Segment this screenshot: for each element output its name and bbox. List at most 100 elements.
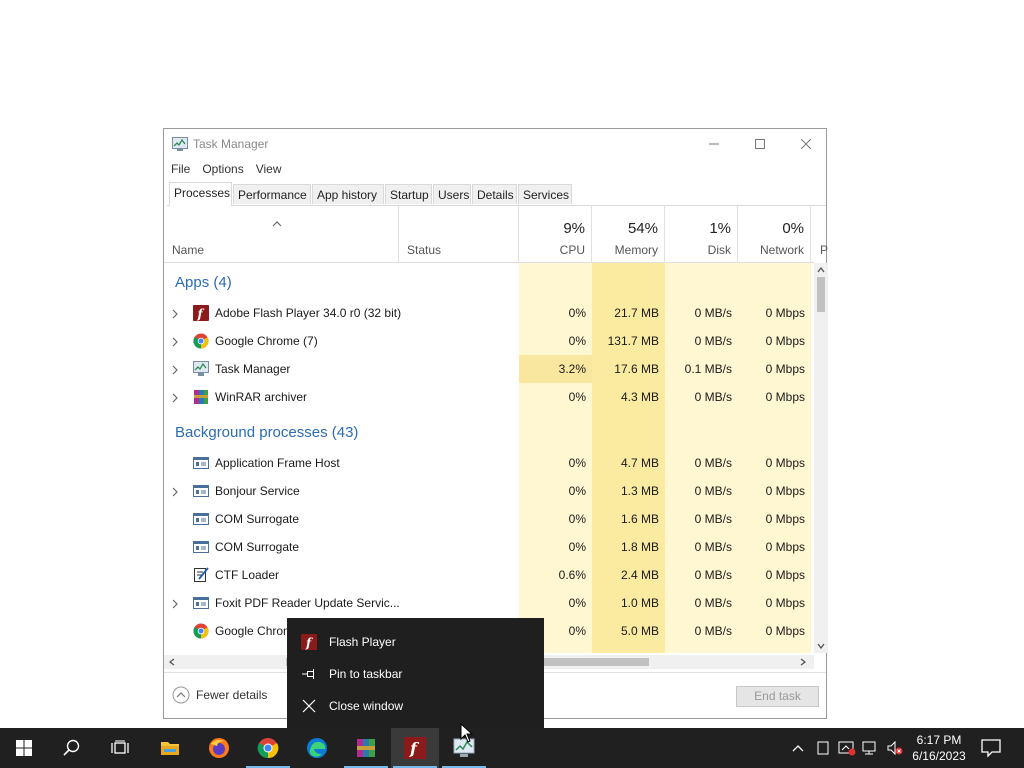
process-name: Adobe Flash Player 34.0 r0 (32 bit) xyxy=(215,306,402,320)
chevron-right-icon[interactable] xyxy=(172,364,178,378)
vertical-scroll-thumb[interactable] xyxy=(817,277,825,312)
memory-value: 131.7 MB xyxy=(607,334,659,348)
start-icon xyxy=(16,740,32,756)
tab-processes[interactable]: Processes xyxy=(169,182,232,206)
title-bar[interactable]: Task Manager xyxy=(164,129,826,159)
chevron-right-icon[interactable] xyxy=(172,308,178,322)
network-warning-icon[interactable] xyxy=(838,740,856,756)
table-row[interactable]: CTF Loader 0.6% 2.4 MB 0 MB/s 0 Mbps xyxy=(164,561,814,589)
disk-value: 0 MB/s xyxy=(694,390,732,404)
flash-icon: f xyxy=(301,634,317,650)
clock[interactable]: 6:17 PM 6/16/2023 xyxy=(906,732,972,764)
start-button[interactable] xyxy=(0,728,48,768)
scroll-left-icon[interactable] xyxy=(169,658,175,666)
menu-options[interactable]: Options xyxy=(191,160,243,180)
menu-view[interactable]: View xyxy=(245,160,282,180)
menu-file[interactable]: File xyxy=(164,160,190,180)
taskbar-chrome[interactable] xyxy=(244,728,292,768)
menu-item-pin-to-taskbar[interactable]: Pin to taskbar xyxy=(287,658,544,690)
taskbar-winrar[interactable] xyxy=(342,728,390,768)
cpu-value: 0% xyxy=(568,484,586,498)
disk-value: 0 MB/s xyxy=(694,484,732,498)
end-task-button[interactable]: End task xyxy=(736,686,819,707)
service-window-icon xyxy=(193,539,209,555)
table-row[interactable]: COM Surrogate 0% 1.8 MB 0 MB/s 0 Mbps xyxy=(164,533,814,561)
taskbar-flash-player[interactable]: f xyxy=(391,728,439,768)
column-disk[interactable]: 1% Disk xyxy=(665,205,738,262)
chevron-up-circle-icon xyxy=(172,686,190,704)
column-network[interactable]: 0% Network xyxy=(738,205,811,262)
volume-muted-icon[interactable] xyxy=(886,740,903,756)
taskbar-file-explorer[interactable] xyxy=(146,728,194,768)
tablet-icon[interactable] xyxy=(815,740,831,756)
column-name[interactable]: Name xyxy=(164,205,399,262)
disk-value: 0 MB/s xyxy=(694,334,732,348)
minimize-button[interactable] xyxy=(691,129,737,159)
column-cpu[interactable]: 9% CPU xyxy=(519,205,592,262)
memory-value: 4.3 MB xyxy=(620,390,659,404)
search-button[interactable] xyxy=(48,728,96,768)
column-power-partial[interactable]: P xyxy=(811,205,831,262)
menu-item-close-window[interactable]: Close window xyxy=(287,690,544,722)
menu-item-flash-player[interactable]: f Flash Player xyxy=(287,626,544,658)
taskbar-edge[interactable] xyxy=(293,728,341,768)
taskbar-firefox[interactable] xyxy=(195,728,243,768)
process-name: CTF Loader xyxy=(215,568,280,582)
scroll-down-icon[interactable] xyxy=(817,643,825,649)
notification-icon[interactable] xyxy=(980,738,1002,761)
fewer-details-button[interactable]: Fewer details xyxy=(172,686,267,704)
firefox-icon xyxy=(209,738,229,758)
column-status[interactable]: Status xyxy=(399,205,519,262)
tab-users[interactable]: Users xyxy=(433,184,471,204)
tab-performance[interactable]: Performance xyxy=(233,184,311,204)
scroll-right-icon[interactable] xyxy=(800,658,806,666)
scroll-up-icon[interactable] xyxy=(817,267,825,273)
tab-app-history[interactable]: App history xyxy=(312,184,384,204)
network-value: 0 Mbps xyxy=(765,484,805,498)
close-button[interactable] xyxy=(783,129,829,159)
network-value: 0 Mbps xyxy=(765,512,805,526)
cpu-value: 0% xyxy=(568,540,586,554)
table-row[interactable]: Foxit PDF Reader Update Servic... 0% 1.0 M… xyxy=(164,589,814,617)
table-row[interactable]: Application Frame Host 0% 4.7 MB 0 MB/s 0 Mb… xyxy=(164,449,814,477)
table-row[interactable]: Bonjour Service 0% 1.3 MB 0 MB/s 0 Mbps xyxy=(164,477,814,505)
network-icon[interactable] xyxy=(862,740,878,756)
tab-startup[interactable]: Startup xyxy=(385,184,432,204)
cpu-value: 0% xyxy=(568,456,586,470)
table-row[interactable]: Task Manager 3.2% 17.6 MB 0.1 MB/s 0 Mbps xyxy=(164,355,814,383)
task-view-button[interactable] xyxy=(96,728,144,768)
process-name: Google Chrome (7) xyxy=(215,334,318,348)
ctf-loader-icon xyxy=(193,567,209,583)
memory-value: 4.7 MB xyxy=(620,456,659,470)
network-value: 0 Mbps xyxy=(765,306,805,320)
memory-value: 21.7 MB xyxy=(614,306,659,320)
memory-value: 2.4 MB xyxy=(620,568,659,582)
chevron-up-icon[interactable] xyxy=(790,740,806,756)
service-window-icon xyxy=(193,511,209,527)
group-header[interactable]: Background processes (43) xyxy=(175,424,358,441)
winrar-icon xyxy=(193,389,209,405)
table-row[interactable]: Google Chrome (7) 0% 131.7 MB 0 MB/s 0 Mbps xyxy=(164,327,814,355)
chevron-right-icon[interactable] xyxy=(172,392,178,406)
chrome-icon xyxy=(193,623,209,639)
maximize-button[interactable] xyxy=(737,129,783,159)
maximize-icon xyxy=(755,139,765,149)
table-row[interactable]: COM Surrogate 0% 1.6 MB 0 MB/s 0 Mbps xyxy=(164,505,814,533)
network-value: 0 Mbps xyxy=(765,596,805,610)
flash-icon: f xyxy=(404,737,426,759)
tab-services[interactable]: Services xyxy=(518,184,572,204)
memory-value: 1.6 MB xyxy=(620,512,659,526)
table-row[interactable]: f Adobe Flash Player 34.0 r0 (32 bit) 0% 21… xyxy=(164,299,814,327)
table-row[interactable]: WinRAR archiver 0% 4.3 MB 0 MB/s 0 Mbps xyxy=(164,383,814,411)
cpu-value: 0% xyxy=(568,512,586,526)
chevron-right-icon[interactable] xyxy=(172,486,178,500)
clock-time: 6:17 PM xyxy=(916,733,962,747)
column-memory[interactable]: 54% Memory xyxy=(592,205,665,262)
chevron-right-icon[interactable] xyxy=(172,336,178,350)
tab-details[interactable]: Details xyxy=(472,184,517,204)
group-header[interactable]: Apps (4) xyxy=(175,274,232,291)
chevron-right-icon[interactable] xyxy=(172,598,178,612)
sort-up-icon xyxy=(272,216,282,230)
file-explorer-icon xyxy=(161,742,179,755)
vertical-scrollbar[interactable] xyxy=(814,263,828,653)
